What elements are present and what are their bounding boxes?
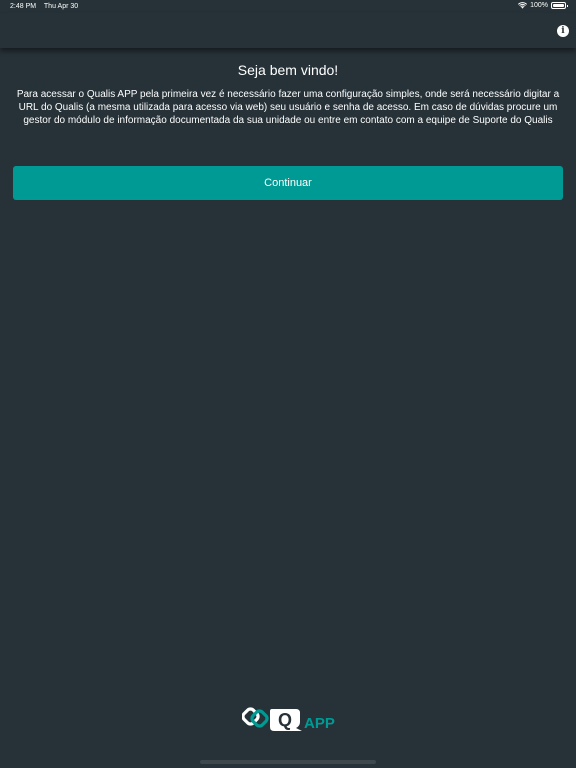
battery-icon xyxy=(551,2,568,9)
wifi-icon xyxy=(518,2,528,9)
chain-link-icon xyxy=(242,707,269,728)
app-screen: 2:48 PM Thu Apr 30 100% i Seja bem vindo… xyxy=(0,0,576,768)
welcome-title: Seja bem vindo! xyxy=(237,62,339,78)
q-letter-badge: Q xyxy=(270,709,302,731)
welcome-description: Para acessar o Qualis APP pela primeira … xyxy=(16,89,560,126)
status-time: 2:48 PM xyxy=(10,3,37,10)
status-bar: 2:48 PM Thu Apr 30 100% xyxy=(0,0,576,13)
battery-percent: 100% xyxy=(530,2,548,9)
continue-button[interactable]: Continuar xyxy=(13,166,563,200)
status-right: 100% xyxy=(518,2,568,9)
info-icon[interactable]: i xyxy=(557,25,569,37)
status-date: Thu Apr 30 xyxy=(43,3,79,10)
navigation-bar: i xyxy=(0,13,576,48)
logo-app-text: APP xyxy=(304,715,335,732)
logo-q-letter: Q xyxy=(278,710,292,730)
home-indicator xyxy=(200,760,376,764)
status-left: 2:48 PM Thu Apr 30 xyxy=(10,3,84,10)
qualis-app-logo: Q APP xyxy=(242,704,336,732)
